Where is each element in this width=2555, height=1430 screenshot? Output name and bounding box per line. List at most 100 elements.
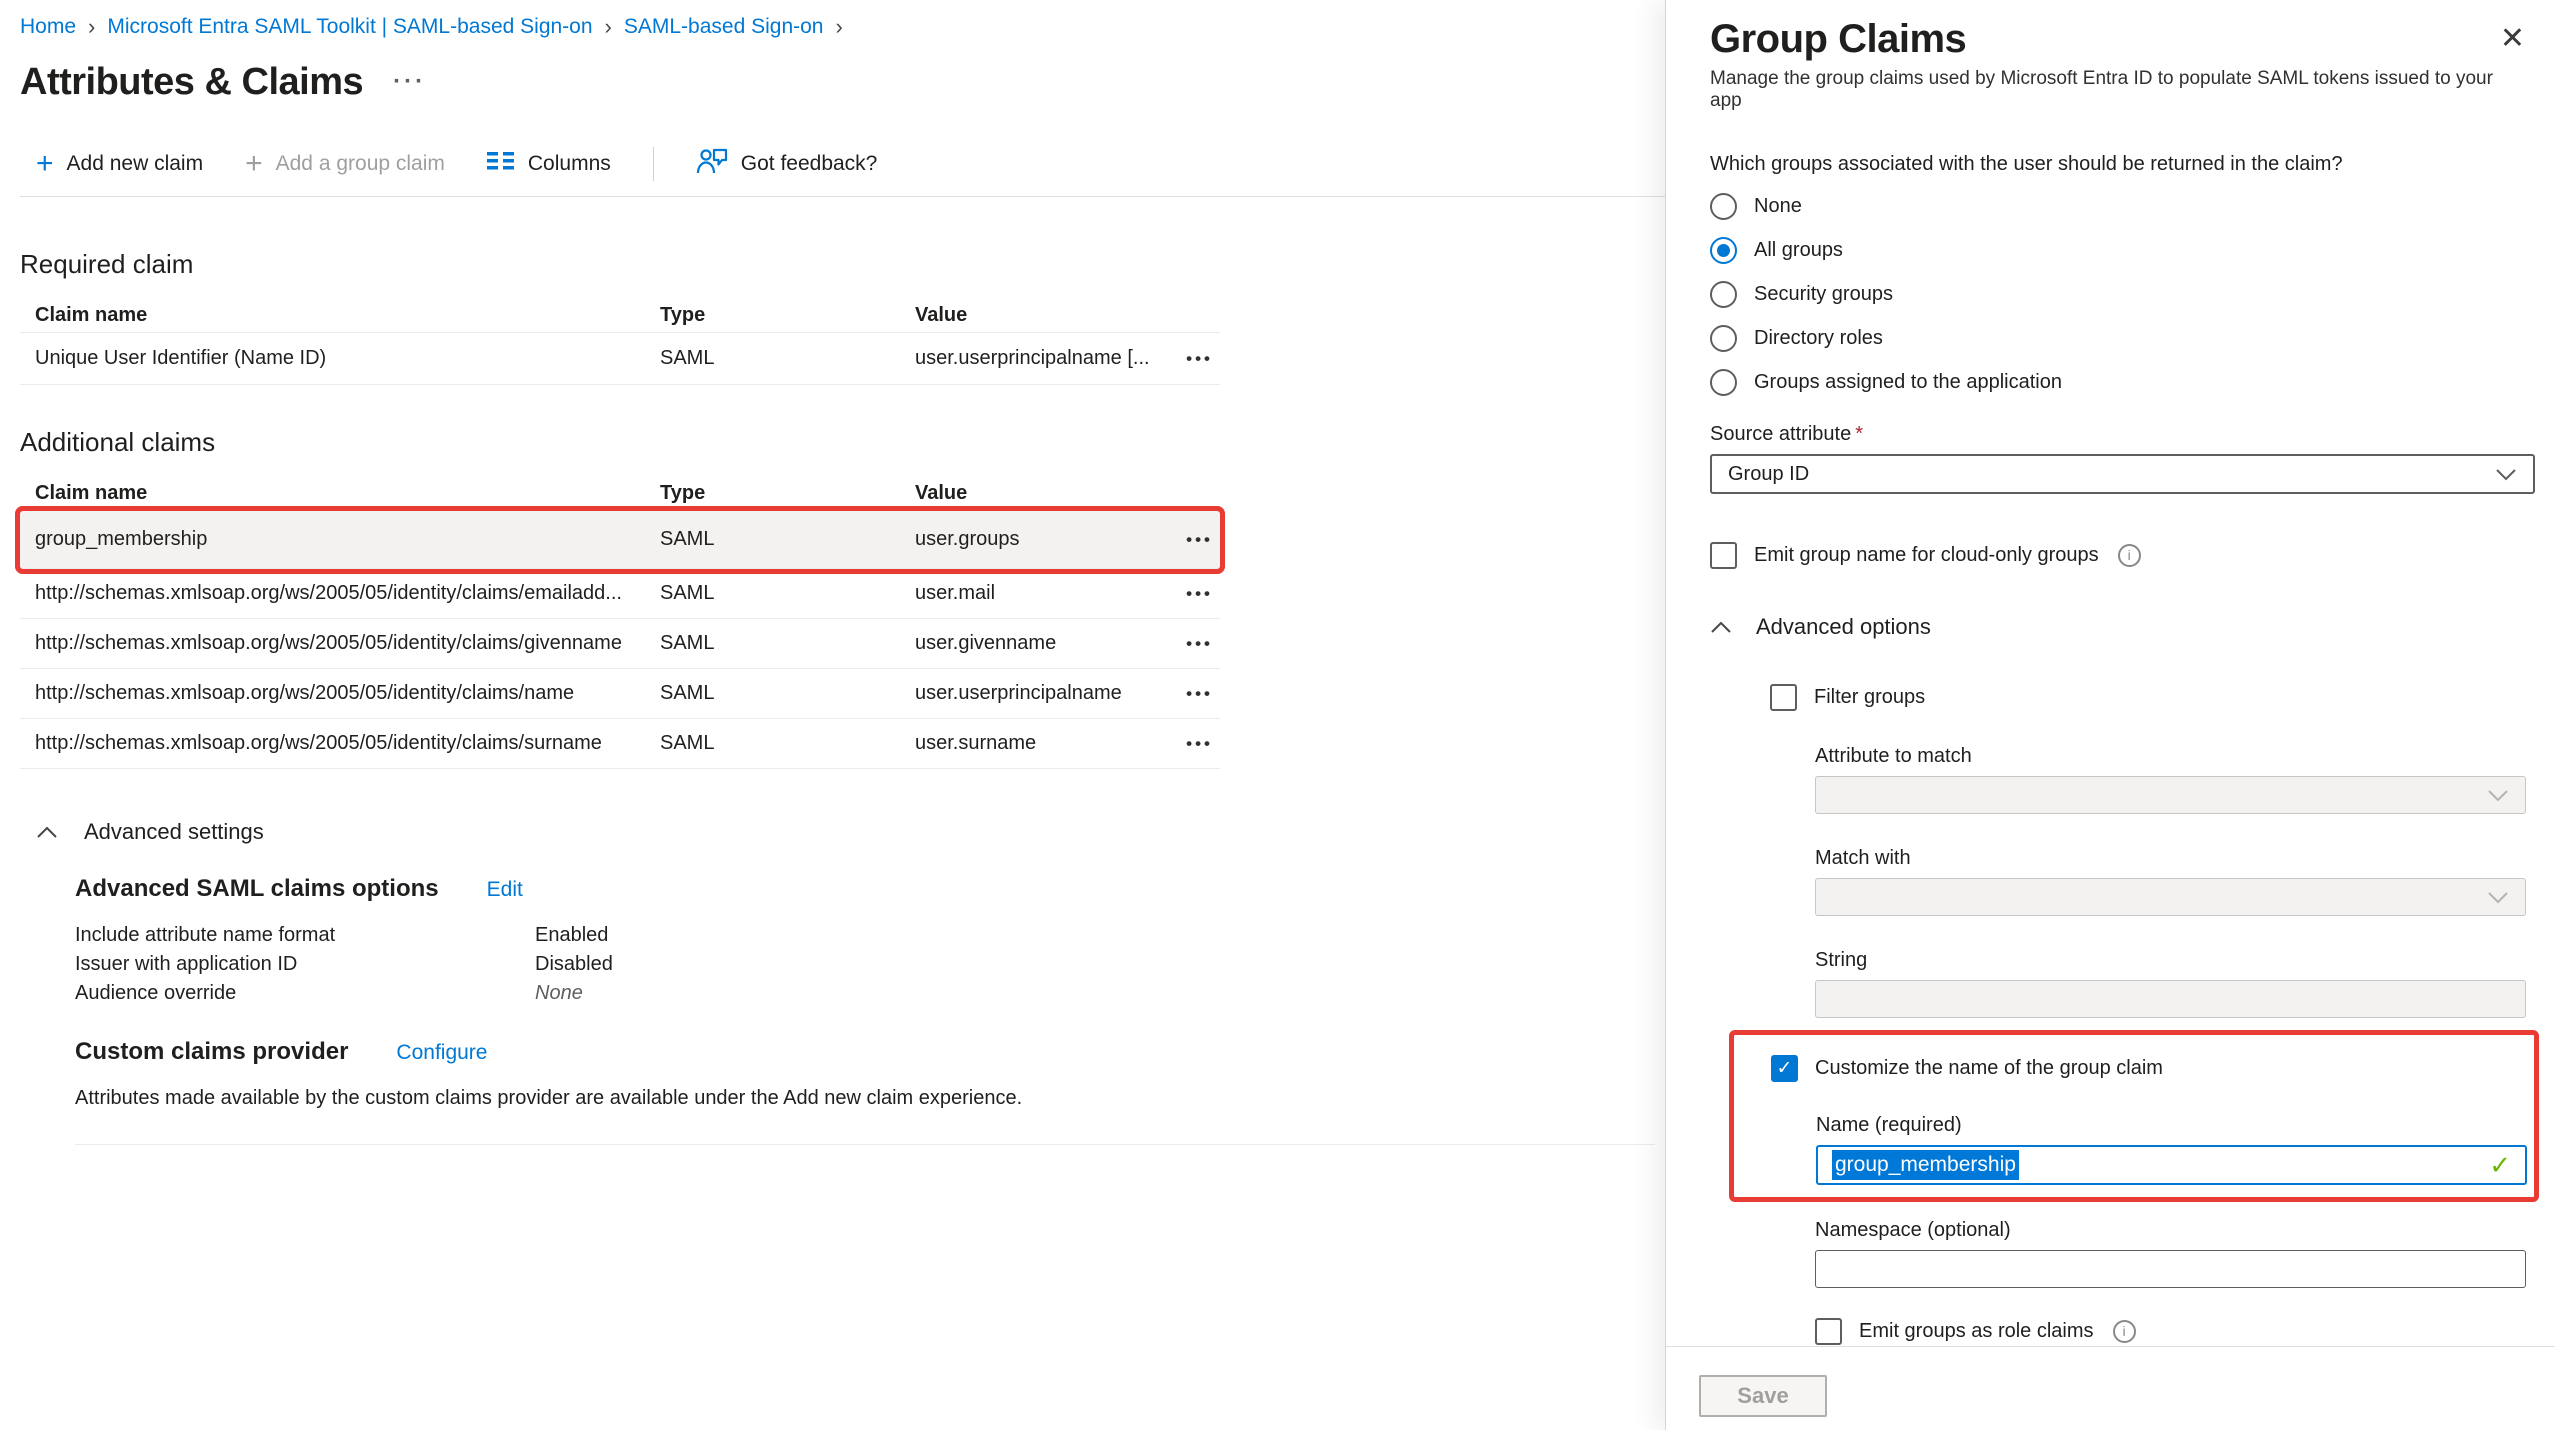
table-row-emailaddress[interactable]: http://schemas.xmlsoap.org/ws/2005/05/id… [20,569,1220,619]
radio-groups-assigned[interactable]: Groups assigned to the application [1710,360,2525,404]
col-value: Value [915,304,1160,327]
attribute-to-match-dropdown[interactable] [1815,776,2526,814]
name-input[interactable]: group_membership ✓ [1816,1145,2527,1185]
toolbar: + Add new claim + Add a group claim [20,144,1665,184]
group-selection-question: Which groups associated with the user sh… [1710,152,2525,176]
panel-footer: Save [1666,1346,2555,1430]
radio-security-groups[interactable]: Security groups [1710,272,2525,316]
row-more-options-icon[interactable]: ••• [1186,584,1235,604]
emit-group-name-checkbox-row[interactable]: Emit group name for cloud-only groups i [1710,538,2525,572]
page-more-options-icon[interactable]: ··· [393,68,426,96]
radio-directory-roles[interactable]: Directory roles [1710,316,2525,360]
add-group-claim-button[interactable]: + Add a group claim [245,149,445,179]
row-more-options-icon[interactable]: ••• [1186,684,1235,704]
chevron-up-icon [36,826,58,839]
advanced-settings-toggle[interactable]: Advanced settings [20,815,1665,849]
feedback-icon [696,147,728,181]
chevron-right-icon: › [88,14,95,40]
app-window: Home › Microsoft Entra SAML Toolkit | SA… [0,0,2555,1430]
radio-icon [1710,369,1737,396]
row-more-options-icon[interactable]: ••• [1186,634,1235,654]
filter-groups-checkbox-row[interactable]: Filter groups [1770,680,2525,714]
radio-icon [1710,325,1737,352]
breadcrumb-saml-signon[interactable]: SAML-based Sign-on [624,14,824,40]
group-type-radio-group: None All groups Security groups Director… [1710,184,2525,404]
namespace-label: Namespace (optional) [1815,1218,2525,1242]
table-row-name[interactable]: http://schemas.xmlsoap.org/ws/2005/05/id… [20,669,1220,719]
source-attribute-label: Source attribute* [1710,422,2525,446]
custom-claims-provider-heading: Custom claims provider [75,1038,348,1066]
col-type: Type [660,304,915,327]
valid-check-icon: ✓ [2489,1150,2511,1181]
chevron-up-icon [1710,621,1732,634]
plus-icon: + [245,149,263,179]
source-attribute-dropdown[interactable]: Group ID [1710,454,2535,494]
col-type: Type [660,482,915,505]
columns-button[interactable]: Columns [487,150,611,178]
chevron-right-icon: › [835,14,842,40]
row-more-options-icon[interactable]: ••• [1186,734,1235,754]
match-with-dropdown[interactable] [1815,878,2526,916]
row-more-options-icon[interactable]: ••• [1186,530,1235,550]
table-row-unique-user-identifier[interactable]: Unique User Identifier (Name ID) SAML us… [20,333,1220,385]
panel-subtitle: Manage the group claims used by Microsof… [1710,68,2525,112]
name-input-selected-text: group_membership [1832,1150,2019,1180]
custom-claims-provider-description: Attributes made available by the custom … [75,1086,1665,1110]
option-label: Include attribute name format [75,921,535,950]
radio-icon [1710,281,1737,308]
namespace-input[interactable] [1815,1250,2526,1288]
customize-name-checkbox-row[interactable]: ✓ Customize the name of the group claim [1771,1051,2534,1085]
saml-options-list: Include attribute name format Enabled Is… [75,921,1665,1008]
table-row-givenname[interactable]: http://schemas.xmlsoap.org/ws/2005/05/id… [20,619,1220,669]
edit-link[interactable]: Edit [487,878,523,902]
got-feedback-button[interactable]: Got feedback? [696,147,878,181]
add-new-claim-button[interactable]: + Add new claim [36,149,203,179]
required-claim-table: Claim name Type Value Unique User Identi… [20,299,1220,385]
option-value: None [535,979,583,1008]
option-value: Disabled [535,950,613,979]
checkbox-unchecked-icon[interactable] [1770,684,1797,711]
info-icon[interactable]: i [2113,1320,2136,1343]
advanced-options-toggle[interactable]: Advanced options [1710,612,2525,642]
checkbox-checked-icon[interactable]: ✓ [1771,1055,1798,1082]
chevron-right-icon: › [605,14,612,40]
required-claim-heading: Required claim [20,249,1665,279]
highlight-box: ✓ Customize the name of the group claim … [1729,1030,2539,1202]
checkbox-unchecked-icon[interactable] [1710,542,1737,569]
group-claims-panel: ✕ Group Claims Manage the group claims u… [1665,0,2555,1430]
info-icon[interactable]: i [2118,544,2141,567]
close-icon[interactable]: ✕ [2500,24,2525,54]
option-label: Audience override [75,979,535,1008]
advanced-saml-claims-options-heading: Advanced SAML claims options [75,875,439,903]
plus-icon: + [36,149,54,179]
radio-none[interactable]: None [1710,184,2525,228]
configure-link[interactable]: Configure [396,1041,487,1065]
attribute-to-match-label: Attribute to match [1815,744,2525,768]
toolbar-divider [653,147,654,181]
breadcrumb-app[interactable]: Microsoft Entra SAML Toolkit | SAML-base… [107,14,592,40]
table-row-group-membership[interactable]: group_membership SAML user.groups ••• [20,511,1220,569]
name-required-label: Name (required) [1816,1113,2534,1137]
checkbox-unchecked-icon[interactable] [1815,1318,1842,1345]
emit-roles-checkbox-row[interactable]: Emit groups as role claims i [1815,1314,2525,1346]
additional-claims-table: Claim name Type Value group_membership S… [20,477,1220,769]
breadcrumb: Home › Microsoft Entra SAML Toolkit | SA… [20,0,1665,40]
attributes-claims-page: Home › Microsoft Entra SAML Toolkit | SA… [0,0,1665,1430]
required-marker: * [1855,423,1863,445]
section-divider [75,1144,1655,1145]
radio-selected-icon [1710,237,1737,264]
additional-claims-heading: Additional claims [20,427,1665,457]
table-header: Claim name Type Value [20,477,1220,511]
chevron-down-icon [2487,891,2509,904]
chevron-down-icon [2487,789,2509,802]
save-button[interactable]: Save [1699,1375,1827,1417]
option-label: Issuer with application ID [75,950,535,979]
string-input[interactable] [1815,980,2526,1018]
radio-icon [1710,193,1737,220]
breadcrumb-home[interactable]: Home [20,14,76,40]
table-row-surname[interactable]: http://schemas.xmlsoap.org/ws/2005/05/id… [20,719,1220,769]
radio-all-groups[interactable]: All groups [1710,228,2525,272]
row-more-options-icon[interactable]: ••• [1186,349,1235,369]
panel-title: Group Claims [1710,16,2525,62]
columns-icon [487,150,515,178]
